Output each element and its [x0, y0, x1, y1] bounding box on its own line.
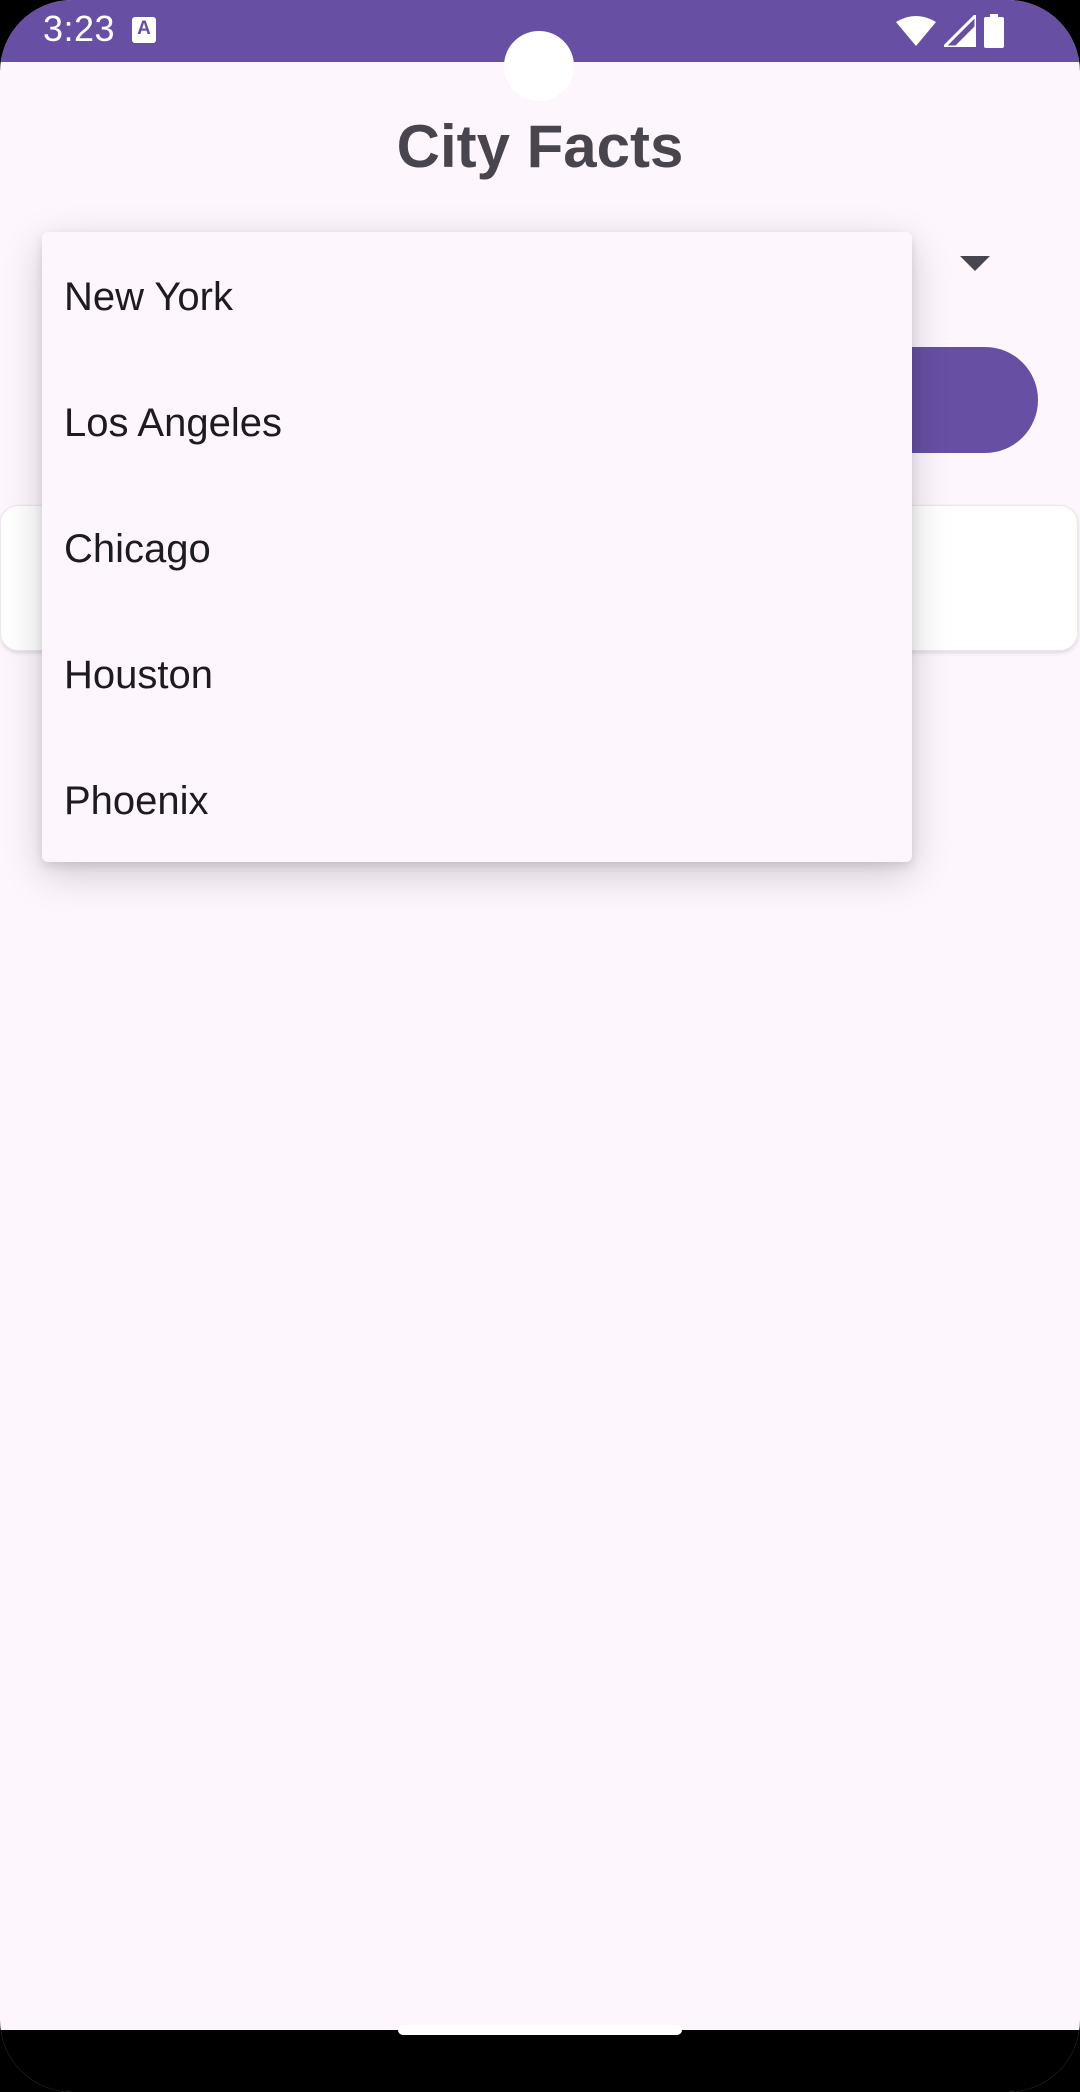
- page-title: City Facts: [396, 113, 684, 180]
- wifi-icon: [896, 16, 936, 46]
- app-screen: 3:23 A City Facts New York Los Angeles C…: [0, 0, 1080, 2092]
- menu-item-houston[interactable]: Houston: [42, 612, 912, 738]
- camera-cutout: [504, 31, 574, 101]
- signal-icon: [944, 15, 976, 47]
- home-indicator[interactable]: [398, 2025, 682, 2035]
- status-time: 3:23: [43, 8, 116, 49]
- menu-item-chicago[interactable]: Chicago: [42, 486, 912, 612]
- menu-item-phoenix[interactable]: Phoenix: [42, 738, 912, 864]
- navigation-bar: [0, 2030, 1080, 2092]
- battery-icon: [984, 14, 1004, 48]
- menu-item-new-york[interactable]: New York: [42, 234, 912, 360]
- city-dropdown-menu: New York Los Angeles Chicago Houston Pho…: [42, 232, 912, 862]
- dropdown-arrow-icon[interactable]: [960, 256, 990, 271]
- a-icon: A: [132, 17, 156, 43]
- menu-item-los-angeles[interactable]: Los Angeles: [42, 360, 912, 486]
- status-icons: [896, 14, 1004, 48]
